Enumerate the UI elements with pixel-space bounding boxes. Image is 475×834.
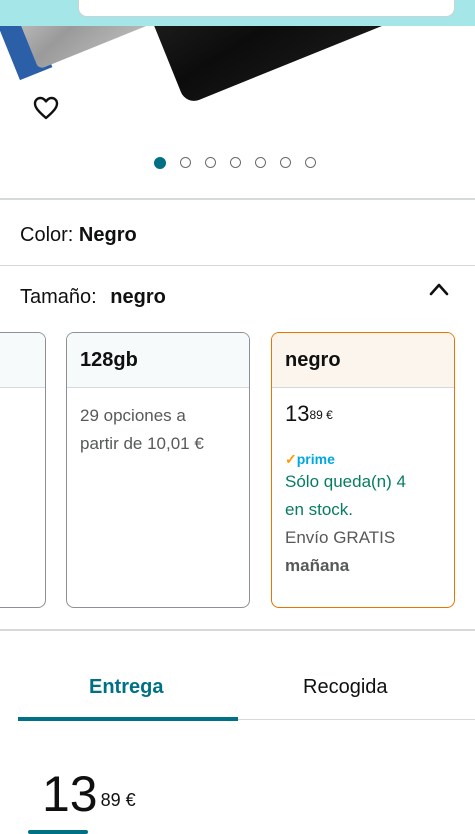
wishlist-button[interactable] — [25, 87, 67, 129]
price-fraction: 89 € — [100, 790, 136, 810]
divider — [0, 629, 475, 631]
tab-active-indicator — [18, 717, 238, 721]
size-option-card-selected[interactable]: negro 1389 € ✓prime Sólo queda(n) 4 en s… — [271, 332, 455, 608]
option-name: negro — [272, 333, 454, 388]
size-option-card-partial[interactable] — [0, 332, 46, 608]
option-price: 1389 € — [285, 401, 333, 426]
price: 13 89 € — [42, 766, 136, 822]
tab-delivery[interactable]: Entrega — [89, 676, 163, 699]
prime-check-icon: ✓ — [285, 451, 297, 467]
divider — [0, 198, 475, 200]
option-description: partir de 10,01 € — [80, 434, 204, 453]
tab-pickup[interactable]: Recogida — [303, 676, 388, 699]
divider — [0, 265, 475, 266]
carousel-dot[interactable] — [305, 157, 316, 168]
size-label: Tamaño: — [20, 286, 97, 308]
accent-bar — [28, 830, 88, 834]
stock-status: Sólo queda(n) 4 en stock. — [285, 472, 406, 519]
carousel-dot[interactable] — [255, 157, 266, 168]
carousel-dot[interactable] — [230, 157, 241, 168]
option-description: 29 opciones a — [80, 406, 186, 425]
top-bar — [0, 0, 475, 26]
color-label: Color: — [20, 224, 74, 246]
size-value: negro — [110, 286, 166, 308]
size-option-card[interactable]: 128gb 29 opciones a partir de 10,01 € — [66, 332, 250, 608]
color-value: Negro — [78, 224, 137, 246]
search-field[interactable] — [78, 0, 455, 17]
heart-outline-icon — [33, 96, 59, 120]
carousel-dot-active[interactable] — [154, 157, 166, 169]
carousel-dot[interactable] — [280, 157, 291, 168]
color-row: Color: Negro — [20, 224, 137, 247]
chevron-up-icon[interactable] — [429, 282, 449, 296]
prime-badge: ✓prime — [285, 451, 335, 467]
delivery-date: mañana — [285, 556, 350, 575]
carousel-dot[interactable] — [180, 157, 191, 168]
price-whole: 13 — [42, 766, 98, 822]
usb-drive-body — [130, 26, 475, 106]
option-name: 128gb — [67, 333, 249, 388]
shipping-info: Envío GRATIS — [285, 528, 396, 547]
size-row[interactable]: Tamaño: negro — [20, 286, 166, 309]
product-image-area[interactable] — [0, 26, 475, 198]
carousel-dot[interactable] — [205, 157, 216, 168]
carousel-indicator[interactable] — [154, 157, 316, 169]
